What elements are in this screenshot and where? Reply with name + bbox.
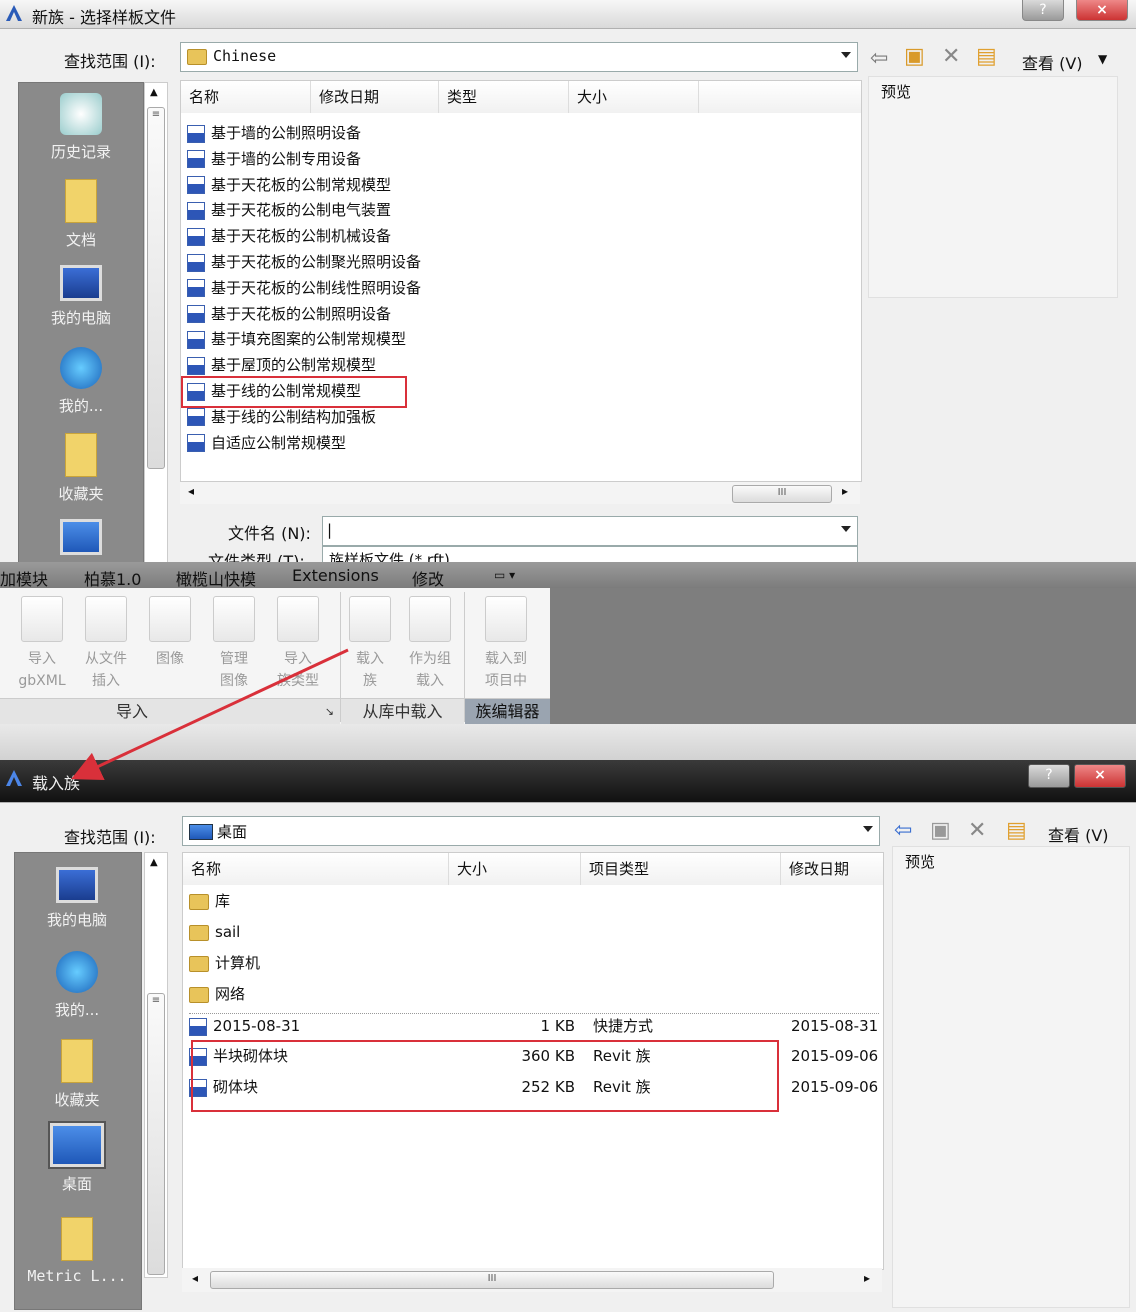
annotation-arrow xyxy=(71,648,349,780)
